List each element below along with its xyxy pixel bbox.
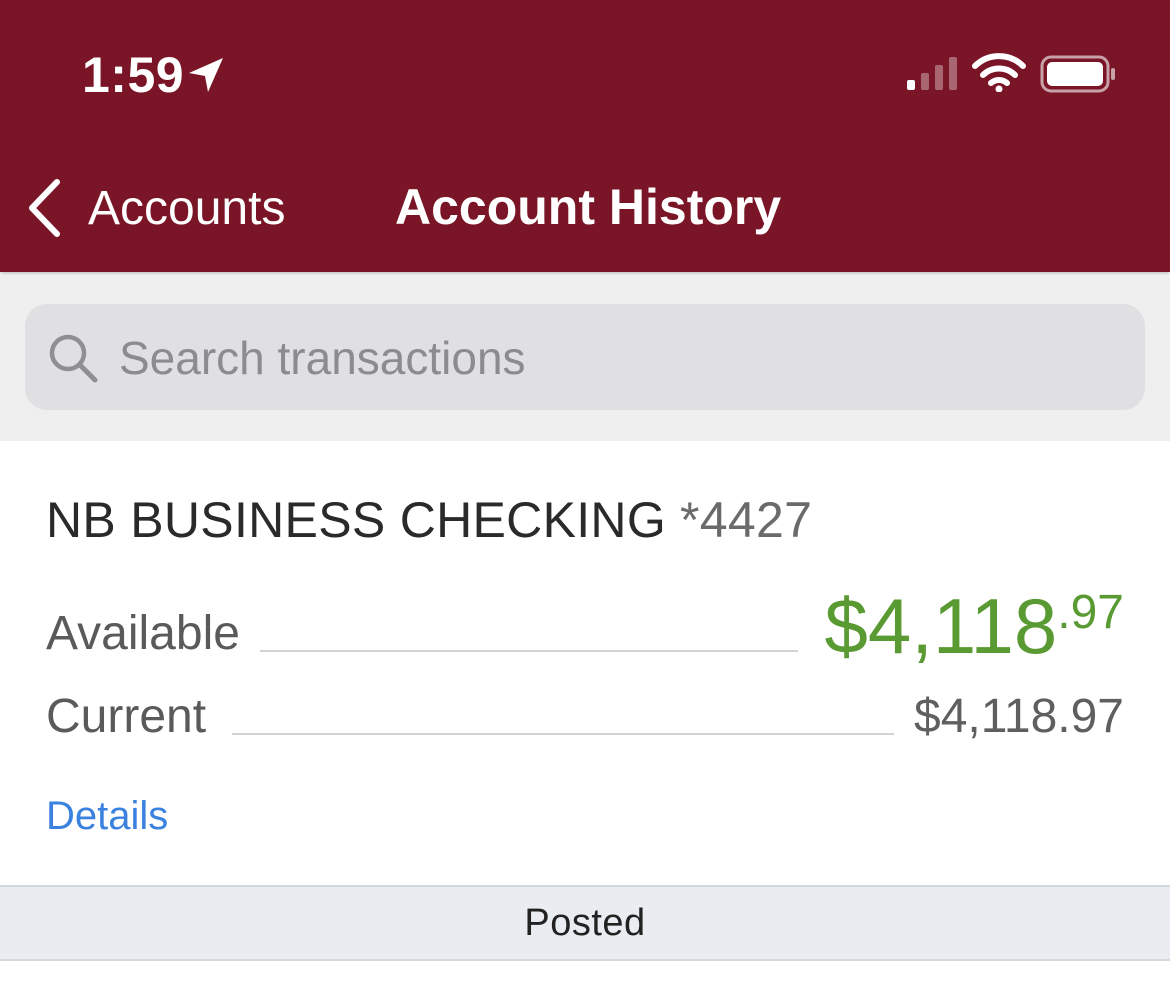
chevron-left-icon — [29, 179, 60, 237]
app-header: 1:59 Accounts Account History — [0, 0, 1170, 272]
status-time: 1:59 — [82, 47, 185, 103]
details-link[interactable]: Details — [46, 794, 168, 839]
search-area — [0, 275, 1170, 441]
available-dollars: $4,118 — [824, 582, 1058, 670]
posted-label: Posted — [524, 901, 646, 944]
available-label: Available — [46, 607, 240, 660]
battery-icon — [1040, 55, 1115, 93]
back-button[interactable]: Accounts — [24, 172, 285, 244]
cellular-signal-icon — [907, 57, 957, 90]
search-input[interactable] — [117, 324, 1121, 392]
account-title: NB BUSINESS CHECKING *4427 — [46, 491, 812, 549]
current-balance: $4,118.97 — [914, 690, 1124, 743]
account-summary: NB BUSINESS CHECKING *4427 Available $4,1… — [0, 441, 1170, 885]
search-icon — [49, 334, 98, 383]
account-number: *4427 — [680, 492, 813, 548]
page-title: Account History — [395, 179, 782, 235]
account-name: NB BUSINESS CHECKING — [46, 492, 667, 548]
search-bar[interactable] — [25, 304, 1145, 410]
location-arrow-icon — [189, 58, 223, 92]
available-balance: $4,118.97 — [824, 581, 1124, 672]
available-leader-line — [260, 650, 798, 652]
wifi-icon — [972, 53, 1026, 92]
current-leader-line — [232, 733, 894, 735]
posted-section-header: Posted — [0, 885, 1170, 961]
current-label: Current — [46, 690, 207, 743]
back-label: Accounts — [88, 181, 286, 235]
available-cents: .97 — [1057, 586, 1124, 639]
